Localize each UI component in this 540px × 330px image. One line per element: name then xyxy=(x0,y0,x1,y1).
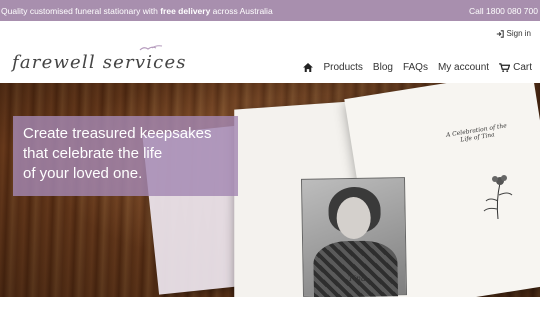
nav-my-account[interactable]: My account xyxy=(438,62,489,73)
home-icon xyxy=(303,63,314,72)
hero-tagline: Create treasured keepsakes that celebrat… xyxy=(13,116,238,196)
promo-text: Quality customised funeral stationary wi… xyxy=(1,6,273,16)
site-logo[interactable]: farewell services xyxy=(12,52,187,73)
sign-in-label: Sign in xyxy=(506,29,531,38)
hero-banner: Tina A Celebration of the Life of Tina C… xyxy=(0,83,540,297)
nav-home[interactable] xyxy=(303,63,314,72)
sign-in-icon xyxy=(496,29,504,38)
photo-face xyxy=(336,196,372,240)
photo-body xyxy=(313,240,399,297)
promo-prefix: Quality customised funeral stationary wi… xyxy=(1,5,161,16)
section-below-hero xyxy=(0,297,540,330)
hero-line-1: Create treasured keepsakes xyxy=(23,125,212,142)
photo-caption: Tina xyxy=(348,274,366,283)
nav-blog[interactable]: Blog xyxy=(373,62,393,73)
cart-icon xyxy=(499,63,511,72)
nav-products[interactable]: Products xyxy=(323,62,362,73)
nav-cart[interactable]: Cart xyxy=(499,62,532,73)
hero-line-2: that celebrate the life xyxy=(23,145,163,162)
main-nav: Products Blog FAQs My account Cart xyxy=(303,62,532,73)
promo-bold: free delivery xyxy=(160,5,211,16)
phone-link[interactable]: Call 1800 080 700 xyxy=(469,6,538,16)
sign-in-link[interactable]: Sign in xyxy=(496,29,531,38)
nav-faqs[interactable]: FAQs xyxy=(403,62,428,73)
site-header: Sign in farewell services Products Blog … xyxy=(0,21,540,83)
hero-line-3: of your loved one. xyxy=(23,165,143,182)
promo-suffix: across Australia xyxy=(210,5,273,16)
promo-bar: Quality customised funeral stationary wi… xyxy=(0,0,540,21)
cart-label: Cart xyxy=(513,62,532,73)
flower-icon xyxy=(483,175,513,220)
